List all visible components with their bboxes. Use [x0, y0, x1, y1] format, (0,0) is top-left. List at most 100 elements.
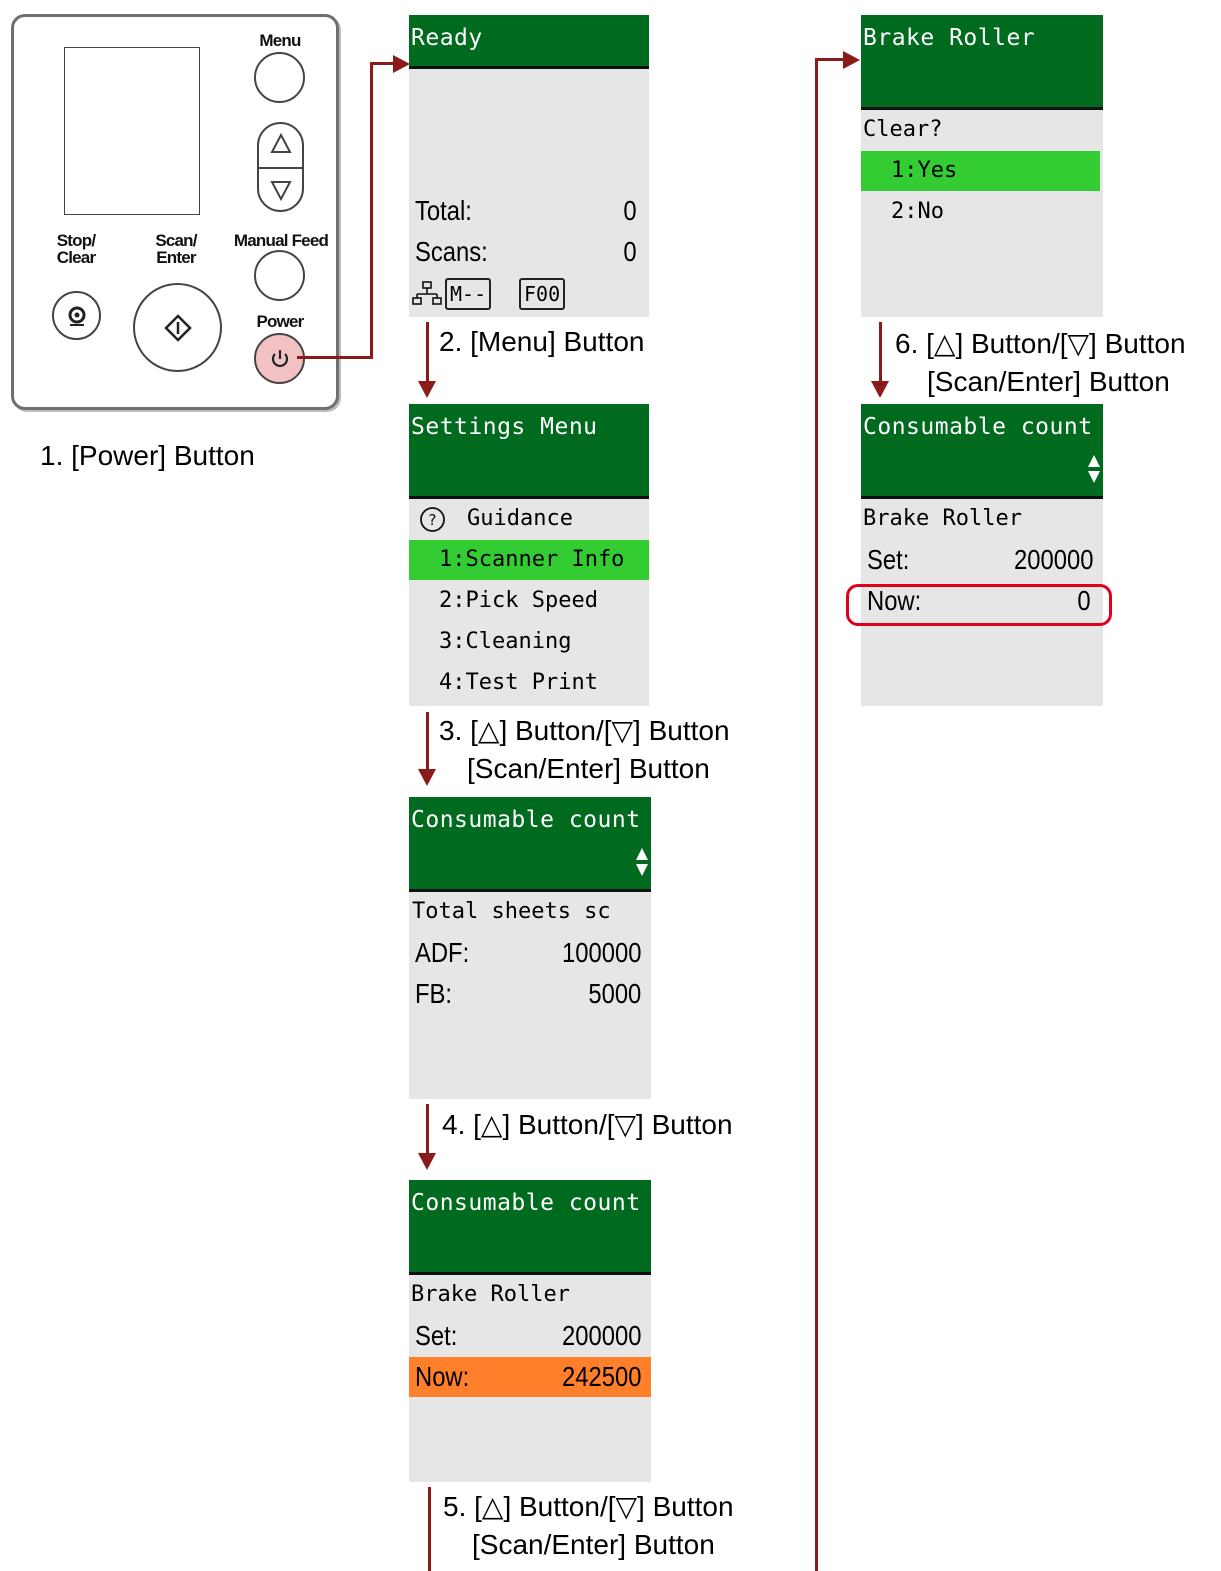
step5-caption-line2: [Scan/Enter] Button: [472, 1529, 715, 1560]
menu-item-test-print[interactable]: 4:Test Print: [409, 663, 649, 703]
brake-roller-row: Brake Roller: [409, 1275, 651, 1315]
menu-item-scanner-info[interactable]: 1:Scanner Info: [409, 540, 649, 580]
step3-arrowhead: [418, 769, 436, 786]
screen-brake-roller-clear: Brake Roller Clear? 1:Yes 2:No: [861, 15, 1103, 317]
scans-row: Scans: 0: [409, 232, 649, 272]
down-triangle-icon[interactable]: [270, 179, 292, 201]
scan-label-line1: Scan/: [155, 231, 197, 250]
panel-lcd: [64, 47, 200, 215]
screen-header: Consumable count: [861, 404, 1103, 499]
scan-label-line2: Enter: [156, 248, 196, 267]
step6-arrowhead: [871, 381, 889, 398]
screen-header: Settings Menu: [409, 404, 649, 499]
step5-line: [428, 1487, 431, 1571]
menu-item-pick-speed[interactable]: 2:Pick Speed: [409, 581, 649, 621]
total-row: Total: 0: [409, 191, 649, 231]
screen-title: Consumable count: [863, 414, 1093, 440]
fb-value: 5000: [588, 978, 641, 1009]
menu-button[interactable]: [254, 52, 305, 103]
brake-roller-label: Brake Roller: [411, 1282, 570, 1307]
scroll-updown-icon: [636, 848, 648, 876]
connector-long-top: [815, 58, 845, 61]
brake-roller-row: Brake Roller: [861, 499, 1103, 539]
adf-label: ADF:: [415, 937, 470, 968]
svg-text:?: ?: [429, 511, 437, 529]
scans-label: Scans:: [415, 236, 488, 267]
step3-caption-line1: 3. [△] Button/[▽] Button: [439, 715, 730, 746]
stop-label-line1: Stop/: [56, 231, 96, 250]
option-yes-label: 1:Yes: [891, 158, 958, 183]
help-icon: ?: [420, 507, 445, 532]
mode-tag: M--: [445, 278, 492, 310]
screen-header: Consumable count: [409, 797, 651, 892]
menu-item-cleaning[interactable]: 3:Cleaning: [409, 622, 649, 662]
fb-label: FB:: [415, 978, 453, 1009]
step2-arrowhead: [418, 381, 436, 398]
total-label: Total:: [415, 195, 472, 226]
set-label: Set:: [867, 544, 910, 575]
screen-title: Brake Roller: [863, 25, 1036, 51]
menu-label: Menu: [259, 31, 301, 50]
scan-diamond-icon: [163, 313, 192, 342]
set-row: Set: 200000: [861, 540, 1103, 580]
connector-power-h: [297, 356, 372, 359]
screen-header: Consumable count: [409, 1180, 651, 1275]
fb-row: FB: 5000: [409, 974, 651, 1014]
set-label: Set:: [415, 1320, 458, 1351]
screen-ready: Ready Total: 0 Scans: 0 M-- F00: [409, 15, 649, 317]
brake-roller-label: Brake Roller: [863, 506, 1022, 531]
step6-arrow-line: [879, 322, 882, 384]
adf-row: ADF: 100000: [409, 933, 651, 973]
network-icon: [412, 281, 442, 305]
step3-caption-line2: [Scan/Enter] Button: [467, 753, 710, 784]
screen-consumable-reset: Consumable count Brake Roller Set: 20000…: [861, 404, 1103, 706]
option-no-label: 2:No: [891, 199, 944, 224]
guidance-label: Guidance: [467, 506, 573, 531]
clear-question-row: Clear?: [861, 110, 1103, 150]
power-label: Power: [256, 312, 304, 331]
adf-value: 100000: [561, 937, 641, 968]
arrow-to-ready: [393, 55, 410, 73]
manual-feed-label: Manual Feed: [233, 231, 329, 250]
screen-title: Consumable count: [411, 1190, 641, 1216]
screen-title: Consumable count: [411, 807, 641, 833]
stop-clear-label: Stop/ Clear: [46, 232, 106, 266]
screen-header: Brake Roller: [861, 15, 1103, 110]
stop-clear-button[interactable]: [52, 291, 101, 340]
scan-enter-button[interactable]: [133, 283, 222, 372]
screen-title: Ready: [411, 25, 483, 51]
set-row: Set: 200000: [409, 1316, 651, 1356]
step4-arrow-line: [426, 1104, 429, 1156]
menu-item-label: 2:Pick Speed: [439, 588, 598, 613]
step6-caption-line2: [Scan/Enter] Button: [927, 366, 1170, 397]
connector-power-v: [370, 62, 373, 359]
menu-item-label: 4:Test Print: [439, 670, 598, 695]
scans-value: 0: [623, 236, 637, 267]
now-row-selected[interactable]: Now: 242500: [409, 1357, 651, 1397]
now-highlight-box: [846, 584, 1112, 626]
screen-header: Ready: [409, 15, 649, 69]
screen-consumable-brake: Consumable count Brake Roller Set: 20000…: [409, 1180, 651, 1482]
manual-feed-button[interactable]: [254, 250, 305, 301]
connector-long-v: [815, 58, 818, 1571]
stop-label-line2: Clear: [56, 248, 96, 267]
guidance-row[interactable]: ? Guidance: [409, 499, 649, 539]
stop-icon: [68, 306, 85, 326]
screen-settings-menu: Settings Menu ? Guidance 1:Scanner Info …: [409, 404, 649, 706]
func-tag: F00: [519, 278, 566, 310]
connector-power-top: [370, 62, 395, 65]
step2-arrow-line: [426, 322, 429, 384]
clear-question: Clear?: [863, 117, 943, 142]
step4-arrowhead: [418, 1153, 436, 1170]
option-no[interactable]: 2:No: [861, 192, 1103, 232]
step5-caption-line1: 5. [△] Button/[▽] Button: [443, 1491, 734, 1522]
menu-item-label: 1:Scanner Info: [439, 547, 625, 572]
scan-enter-label: Scan/ Enter: [146, 232, 206, 266]
up-triangle-icon[interactable]: [270, 133, 292, 155]
now-value: 242500: [561, 1361, 641, 1392]
option-yes[interactable]: 1:Yes: [861, 151, 1100, 191]
set-value: 200000: [1013, 544, 1093, 575]
step6-caption-line1: 6. [△] Button/[▽] Button: [895, 328, 1186, 359]
up-down-button[interactable]: [257, 122, 304, 212]
set-value: 200000: [561, 1320, 641, 1351]
